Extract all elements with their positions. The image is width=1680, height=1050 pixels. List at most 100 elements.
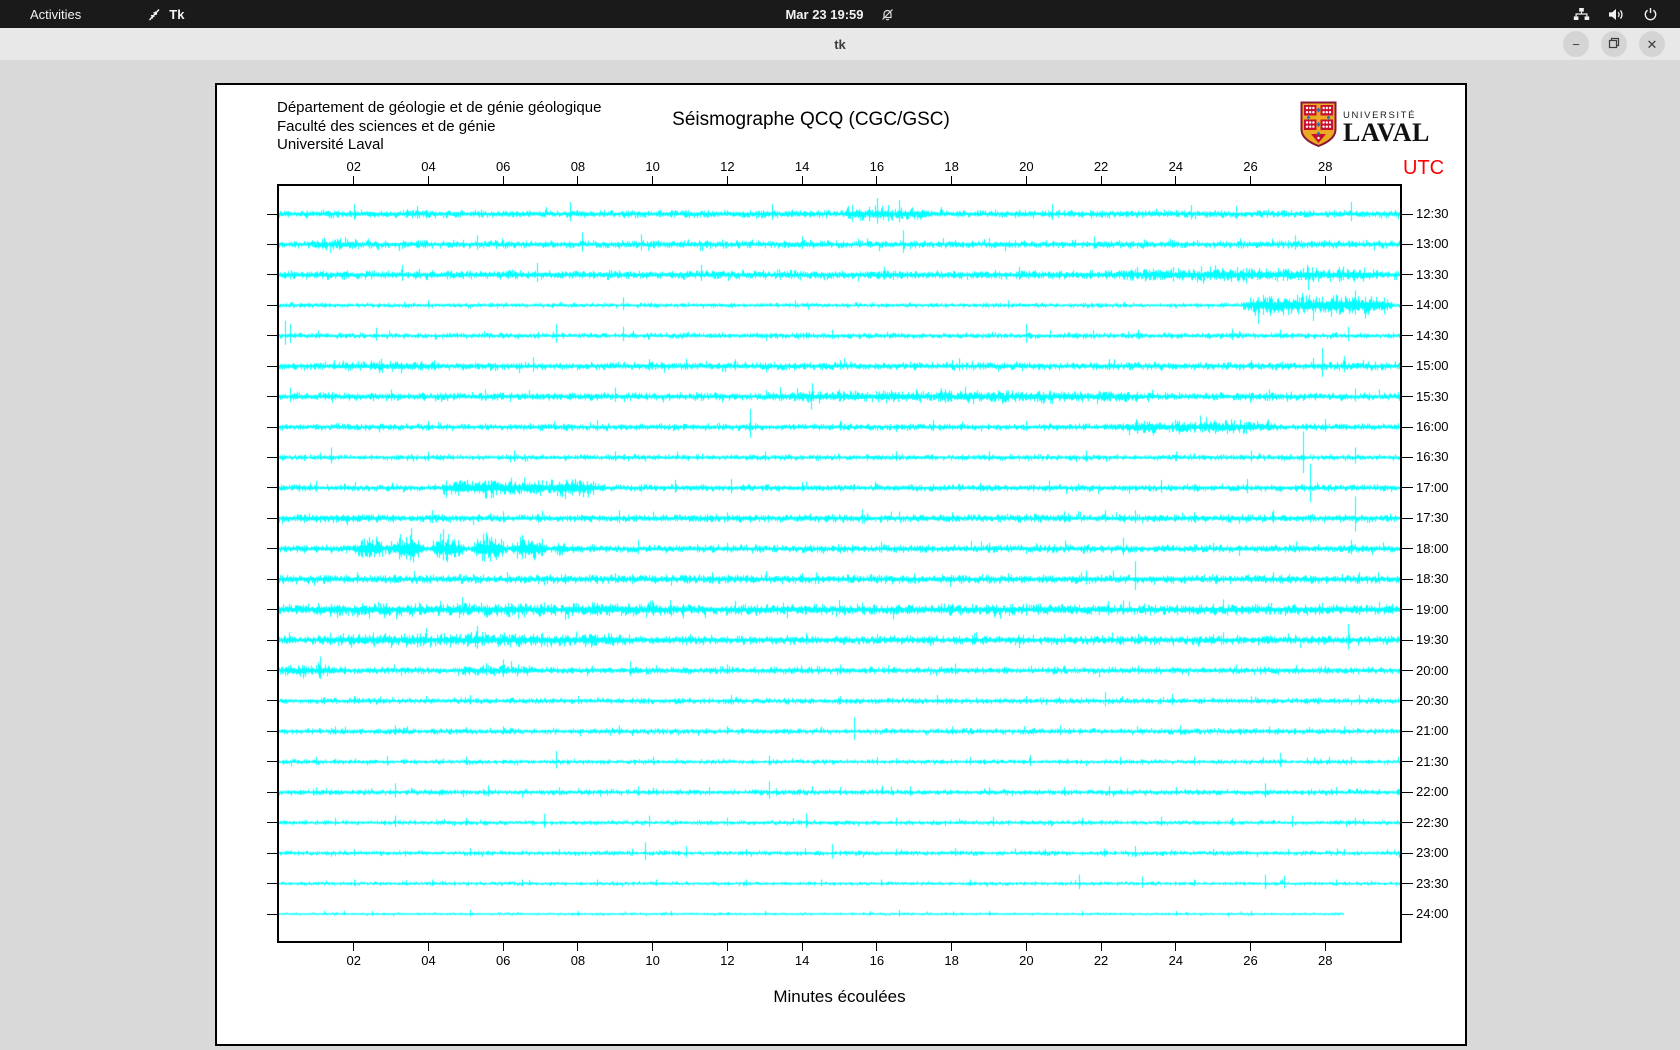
y-tick-label: 16:00 <box>1416 419 1449 434</box>
x-tick-bottom <box>577 943 578 951</box>
app-menu-label: Tk <box>169 7 184 22</box>
gnome-top-bar: Activities Tk Mar 23 19:59 <box>0 0 1680 28</box>
y-tick-label: 15:00 <box>1416 358 1449 373</box>
y-tick-left <box>267 396 277 397</box>
plot-title: Séismographe QCQ (CGC/GSC) <box>217 109 1405 131</box>
restore-button[interactable] <box>1601 31 1627 57</box>
x-tick-bottom <box>503 943 504 951</box>
y-tick-left <box>267 883 277 884</box>
x-tick-bottom <box>802 943 803 951</box>
y-tick-right <box>1402 579 1413 580</box>
x-tick-bottom <box>353 943 354 951</box>
y-tick-label: 24:00 <box>1416 906 1449 921</box>
y-tick-left <box>267 579 277 580</box>
x-tick-label-top: 16 <box>860 159 894 174</box>
y-tick-label: 13:00 <box>1416 236 1449 251</box>
y-tick-left <box>267 274 277 275</box>
x-tick-label-top: 22 <box>1084 159 1118 174</box>
y-tick-right <box>1402 914 1413 915</box>
y-tick-right <box>1402 244 1413 245</box>
minimize-button[interactable]: − <box>1563 31 1589 57</box>
x-tick-label-top: 14 <box>785 159 819 174</box>
y-tick-label: 21:00 <box>1416 723 1449 738</box>
x-tick-bottom <box>1325 943 1326 951</box>
x-tick-bottom <box>1101 943 1102 951</box>
y-tick-left <box>267 244 277 245</box>
y-tick-right <box>1402 214 1413 215</box>
x-tick-top <box>503 176 504 184</box>
y-tick-right <box>1402 548 1413 549</box>
y-tick-right <box>1402 822 1413 823</box>
y-tick-left <box>267 487 277 488</box>
y-tick-right <box>1402 427 1413 428</box>
y-tick-right <box>1402 731 1413 732</box>
x-tick-label-bottom: 14 <box>785 953 819 968</box>
x-tick-label-bottom: 10 <box>636 953 670 968</box>
y-tick-label: 18:00 <box>1416 541 1449 556</box>
y-tick-right <box>1402 670 1413 671</box>
y-tick-right <box>1402 274 1413 275</box>
y-tick-label: 21:30 <box>1416 754 1449 769</box>
x-tick-label-bottom: 20 <box>1009 953 1043 968</box>
x-tick-label-bottom: 28 <box>1308 953 1342 968</box>
y-tick-right <box>1402 640 1413 641</box>
y-tick-left <box>267 366 277 367</box>
y-tick-left <box>267 335 277 336</box>
x-tick-top <box>802 176 803 184</box>
y-tick-right <box>1402 761 1413 762</box>
x-tick-label-bottom: 26 <box>1234 953 1268 968</box>
x-tick-label-top: 02 <box>337 159 371 174</box>
y-tick-right <box>1402 883 1413 884</box>
x-tick-label-top: 06 <box>486 159 520 174</box>
y-tick-right <box>1402 853 1413 854</box>
y-tick-left <box>267 427 277 428</box>
x-tick-bottom <box>727 943 728 951</box>
y-tick-label: 19:30 <box>1416 632 1449 647</box>
y-tick-label: 14:30 <box>1416 328 1449 343</box>
system-tray[interactable] <box>1573 7 1658 22</box>
seismogram-traces <box>279 186 1400 941</box>
close-button[interactable]: ✕ <box>1639 31 1665 57</box>
y-tick-label: 23:30 <box>1416 876 1449 891</box>
seismograph-canvas: Département de géologie et de génie géol… <box>215 83 1467 1046</box>
x-tick-label-bottom: 12 <box>710 953 744 968</box>
focused-app-menu[interactable]: Tk <box>147 7 184 22</box>
x-tick-label-top: 26 <box>1234 159 1268 174</box>
y-tick-left <box>267 640 277 641</box>
logo-line2: LAVAL <box>1343 121 1430 145</box>
universite-laval-logo: UNIVERSITÉ LAVAL <box>1300 101 1430 153</box>
x-tick-label-top: 24 <box>1159 159 1193 174</box>
y-tick-left <box>267 822 277 823</box>
y-tick-label: 18:30 <box>1416 571 1449 586</box>
y-tick-left <box>267 792 277 793</box>
y-tick-right <box>1402 792 1413 793</box>
y-tick-label: 22:00 <box>1416 784 1449 799</box>
window-titlebar: tk − ✕ <box>0 28 1680 61</box>
x-tick-label-bottom: 06 <box>486 953 520 968</box>
y-tick-left <box>267 548 277 549</box>
x-tick-top <box>1026 176 1027 184</box>
y-tick-right <box>1402 518 1413 519</box>
y-tick-label: 22:30 <box>1416 815 1449 830</box>
x-tick-top <box>1175 176 1176 184</box>
x-tick-top <box>1101 176 1102 184</box>
activities-button[interactable]: Activities <box>24 5 87 24</box>
volume-icon <box>1608 7 1625 22</box>
x-tick-label-top: 04 <box>411 159 445 174</box>
y-tick-right <box>1402 305 1413 306</box>
x-tick-label-bottom: 04 <box>411 953 445 968</box>
x-tick-label-top: 12 <box>710 159 744 174</box>
x-tick-top <box>652 176 653 184</box>
desktop: Activities Tk Mar 23 19:59 <box>0 0 1680 1050</box>
x-tick-bottom <box>1175 943 1176 951</box>
y-tick-label: 15:30 <box>1416 389 1449 404</box>
utc-label: UTC <box>1403 157 1444 180</box>
x-tick-label-top: 28 <box>1308 159 1342 174</box>
y-tick-right <box>1402 700 1413 701</box>
y-tick-label: 20:30 <box>1416 693 1449 708</box>
clock-button[interactable]: Mar 23 19:59 <box>785 7 863 22</box>
x-tick-bottom <box>652 943 653 951</box>
x-tick-label-bottom: 02 <box>337 953 371 968</box>
y-tick-label: 13:30 <box>1416 267 1449 282</box>
x-tick-label-bottom: 16 <box>860 953 894 968</box>
